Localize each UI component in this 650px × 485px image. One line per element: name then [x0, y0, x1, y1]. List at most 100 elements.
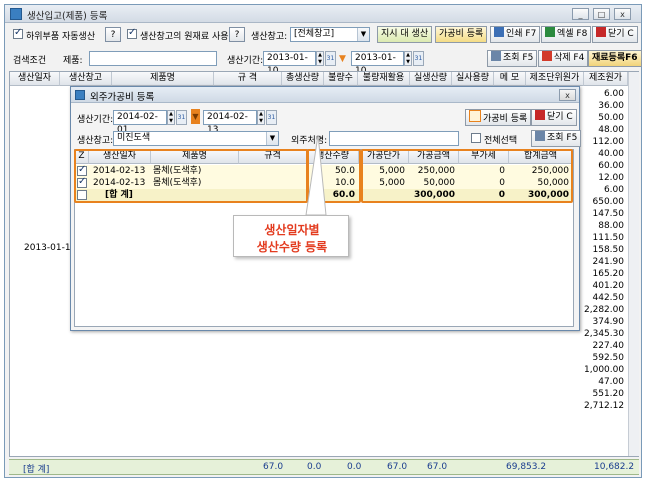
totals-unit-cost: 69,853.2 [506, 462, 547, 472]
dlg-to-spinner[interactable]: ▲ ▼ [257, 110, 265, 125]
dlg-period-to-input[interactable]: 2014-02-13 [203, 110, 257, 135]
col-header-real-used[interactable]: 실사용량 [452, 72, 494, 86]
period-to-input[interactable]: 2013-01-10 [351, 51, 404, 76]
row-date-cell: 2013-01-10 [24, 243, 77, 253]
col-header-memo[interactable]: 메 모 [494, 72, 526, 86]
totals-real-used: 67.0 [427, 462, 448, 472]
excel-icon [545, 27, 555, 37]
cost-cell: 1,000.00 [584, 365, 625, 375]
cost-cell: 12.00 [598, 173, 624, 183]
warehouse-select-value: [전체창고] [294, 29, 335, 39]
check-icon [469, 110, 481, 122]
cost-cell: 401.20 [592, 281, 625, 291]
totals-real-prod: 67.0 [387, 462, 408, 472]
select-all-checkbox[interactable] [471, 133, 481, 143]
cost-cell: 147.50 [592, 209, 625, 219]
delete-label: 삭제 F4 [554, 53, 585, 63]
cost-cell: 60.00 [598, 161, 624, 171]
period-from-input[interactable]: 2013-01-10 [263, 51, 316, 76]
dlg-calendar-icon[interactable]: 31 [176, 110, 187, 125]
vertical-scrollbar[interactable] [628, 72, 639, 456]
print-label: 인쇄 F7 [506, 29, 537, 39]
close-icon [596, 27, 606, 37]
search-icon [535, 131, 545, 141]
chevron-down-icon[interactable]: ▼ [357, 28, 369, 41]
col-header-spec[interactable]: 규 격 [214, 72, 282, 86]
col-header-product[interactable]: 제품명 [112, 72, 214, 86]
query-label: 조회 F5 [503, 53, 534, 63]
calendar-icon-2[interactable]: 31 [413, 51, 424, 66]
dlg-period-label: 생산기간: [77, 115, 114, 125]
dlg-warehouse-label: 생산창고: [77, 136, 114, 146]
calendar-icon[interactable]: 31 [325, 51, 336, 66]
search-cond-label: 검색조건 [13, 56, 47, 66]
totals-total-prod: 67.0 [263, 462, 284, 472]
cost-cell: 36.00 [598, 101, 624, 111]
material-register-button[interactable]: 재료등록F6 [588, 50, 642, 67]
search-icon [491, 51, 501, 61]
range-arrow-icon: ▼ [339, 54, 346, 64]
minimize-button[interactable]: _ [572, 8, 589, 20]
dlg-register-button[interactable]: 가공비 등록 [465, 109, 532, 126]
close-icon [535, 110, 545, 120]
close-button[interactable]: 닫기 C [592, 26, 638, 43]
help-button-2[interactable]: ? [229, 27, 245, 42]
processing-cost-button[interactable]: 가공비 등록 [435, 26, 488, 43]
period-from-spinner[interactable]: ▲ ▼ [316, 51, 324, 66]
chevron-down-icon[interactable]: ▼ [266, 132, 278, 145]
delete-button[interactable]: 삭제 F4 [538, 50, 589, 67]
col-header-real-prod[interactable]: 실생산량 [410, 72, 452, 86]
product-input[interactable] [89, 51, 217, 66]
warehouse-select[interactable]: [전체창고] ▼ [290, 27, 370, 42]
dlg-from-spinner[interactable]: ▲ ▼ [167, 110, 175, 125]
dlg-query-button[interactable]: 조회 F5 [531, 130, 582, 147]
dlg-period-from-input[interactable]: 2014-02-01 [113, 110, 167, 135]
product-label: 제품: [63, 56, 83, 66]
dialog-title: 외주가공비 등록 [90, 92, 155, 103]
maximize-button[interactable]: □ [593, 8, 610, 20]
col-header-warehouse[interactable]: 생산창고 [60, 72, 112, 86]
dlg-register-label: 가공비 등록 [483, 114, 528, 124]
cost-column: 6.00 36.00 50.00 48.00 112.00 40.00 60.00 12.00… [584, 88, 628, 412]
dlg-range-arrow-icon: ▼ [191, 109, 200, 124]
dlg-close-button[interactable]: 닫기 C [531, 109, 577, 126]
dlg-warehouse-select[interactable]: 미진도색 ▼ [113, 131, 279, 146]
highlight-cost [361, 149, 573, 203]
use-raw-checkbox[interactable] [127, 27, 137, 39]
close-window-button[interactable]: x [614, 8, 631, 20]
cost-cell: 111.50 [592, 233, 625, 243]
cost-cell: 2,282.00 [584, 305, 625, 315]
window-title: 생산입고(제품) 등록 [27, 11, 108, 22]
cost-cell: 551.20 [592, 389, 625, 399]
totals-defect-recycle: 0.0 [347, 462, 362, 472]
cost-cell: 442.50 [592, 293, 625, 303]
cost-cell: 48.00 [598, 125, 624, 135]
dlg-warehouse-value: 미진도색 [117, 133, 151, 143]
col-header-date[interactable]: 생산일자 [10, 72, 60, 86]
dlg-calendar-icon-2[interactable]: 31 [266, 110, 277, 125]
col-header-total-prod[interactable]: 총생산량 [282, 72, 324, 86]
excel-label: 엑셀 F8 [557, 29, 588, 39]
cost-cell: 112.00 [592, 137, 625, 147]
period-to-spinner[interactable]: ▲ ▼ [404, 51, 412, 66]
help-button-1[interactable]: ? [105, 27, 121, 42]
warehouse-label: 생산창고: [251, 32, 288, 42]
dlg-query-label: 조회 F5 [547, 133, 578, 143]
vendor-input[interactable] [329, 131, 459, 146]
totals-label: [합 계] [23, 465, 50, 475]
auto-sub-checkbox[interactable] [13, 27, 23, 39]
callout-line-2: 생산수량 등록 [256, 240, 328, 254]
cost-cell: 592.50 [592, 353, 625, 363]
col-header-defect[interactable]: 불량수 [324, 72, 358, 86]
cost-cell: 88.00 [598, 221, 624, 231]
print-button[interactable]: 인쇄 F7 [490, 26, 541, 43]
col-header-unit-cost[interactable]: 제조단위원가 [526, 72, 584, 86]
query-button[interactable]: 조회 F5 [487, 50, 538, 67]
callout-pointer [305, 135, 327, 216]
annotation-callout: 생산일자별 생산수량 등록 [233, 215, 349, 257]
dialog-close-x[interactable]: x [559, 89, 576, 101]
col-header-cost[interactable]: 제조원가 [584, 72, 628, 86]
order-production-button[interactable]: 지시 대 생산 [377, 26, 433, 43]
col-header-defect-recycle[interactable]: 불량재활용 [358, 72, 410, 86]
excel-button[interactable]: 엑셀 F8 [541, 26, 592, 43]
